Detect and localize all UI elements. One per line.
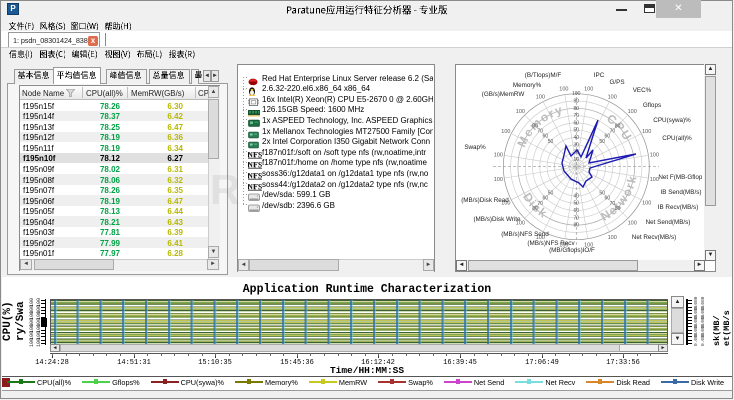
svg-text:80: 80 xyxy=(615,206,621,212)
svg-text:Net Send(MB/s): Net Send(MB/s) xyxy=(646,219,691,226)
svg-text:100: 100 xyxy=(501,129,510,135)
svg-text:50: 50 xyxy=(574,128,580,134)
svg-text:(GB/s)MemRW: (GB/s)MemRW xyxy=(482,91,525,98)
svg-text:100: 100 xyxy=(536,94,545,100)
svg-text:Net F(MB-Gflops): Net F(MB-Gflops) xyxy=(658,174,702,181)
svg-text:50: 50 xyxy=(548,191,554,197)
svg-text:50: 50 xyxy=(574,201,580,207)
svg-text:80: 80 xyxy=(615,123,621,129)
svg-text:70: 70 xyxy=(537,201,543,207)
svg-text:IPC: IPC xyxy=(594,72,605,79)
svg-text:CPU(all)%: CPU(all)% xyxy=(662,135,692,142)
svg-text:70: 70 xyxy=(537,129,543,135)
svg-text:100: 100 xyxy=(494,177,503,183)
svg-text:80: 80 xyxy=(532,123,538,129)
svg-text:70: 70 xyxy=(610,129,616,135)
svg-text:60: 60 xyxy=(574,120,580,126)
svg-text:70: 70 xyxy=(574,215,580,221)
svg-text:60: 60 xyxy=(574,208,580,214)
svg-text:CPU(sywa)%: CPU(sywa)% xyxy=(653,117,691,124)
svg-text:(MB/s)NFS Recv: (MB/s)NFS Recv xyxy=(527,240,575,247)
svg-text:100: 100 xyxy=(494,152,503,158)
svg-text:10: 10 xyxy=(574,157,580,163)
svg-text:100: 100 xyxy=(608,94,617,100)
svg-text:80: 80 xyxy=(574,106,580,112)
svg-text:100: 100 xyxy=(572,91,581,97)
svg-text:Swap%: Swap% xyxy=(464,144,486,151)
svg-text:IB Recv(MB/s): IB Recv(MB/s) xyxy=(658,204,699,211)
svg-text:70: 70 xyxy=(574,113,580,119)
svg-text:(MB/s)Disk Read: (MB/s)Disk Read xyxy=(461,197,509,204)
svg-text:VEC%: VEC% xyxy=(633,87,652,94)
svg-text:80: 80 xyxy=(532,206,538,212)
svg-text:G/PS: G/PS xyxy=(609,79,624,86)
svg-text:60: 60 xyxy=(543,134,549,140)
svg-text:100: 100 xyxy=(642,201,651,207)
svg-text:100: 100 xyxy=(628,109,637,115)
svg-text:(MB/s)NFS Send: (MB/s)NFS Send xyxy=(501,231,549,238)
svg-text:100: 100 xyxy=(559,87,568,93)
svg-text:IB Send(MB/s): IB Send(MB/s) xyxy=(661,189,702,196)
svg-text:100: 100 xyxy=(642,129,651,135)
svg-text:100: 100 xyxy=(584,87,593,93)
svg-text:(B/Tlops)M/F: (B/Tlops)M/F xyxy=(525,72,562,79)
svg-text:100: 100 xyxy=(516,109,525,115)
svg-text:100: 100 xyxy=(628,221,637,227)
svg-text:Memory%: Memory% xyxy=(513,82,542,89)
svg-text:100: 100 xyxy=(650,152,659,158)
svg-text:60: 60 xyxy=(543,196,549,202)
svg-text:Gflops: Gflops xyxy=(643,102,661,109)
svg-text:Net Recv(MB/s): Net Recv(MB/s) xyxy=(632,234,676,241)
svg-text:40: 40 xyxy=(574,193,580,199)
svg-text:50: 50 xyxy=(548,139,554,145)
svg-text:(MB/Gflops)IO/F: (MB/Gflops)IO/F xyxy=(549,247,595,254)
svg-text:(MB/s)Disk Write: (MB/s)Disk Write xyxy=(473,216,521,223)
svg-text:50: 50 xyxy=(599,139,605,145)
svg-text:40: 40 xyxy=(574,135,580,141)
svg-text:90: 90 xyxy=(574,99,580,105)
svg-text:100: 100 xyxy=(608,235,617,241)
svg-text:80: 80 xyxy=(574,223,580,229)
svg-text:30: 30 xyxy=(574,142,580,148)
